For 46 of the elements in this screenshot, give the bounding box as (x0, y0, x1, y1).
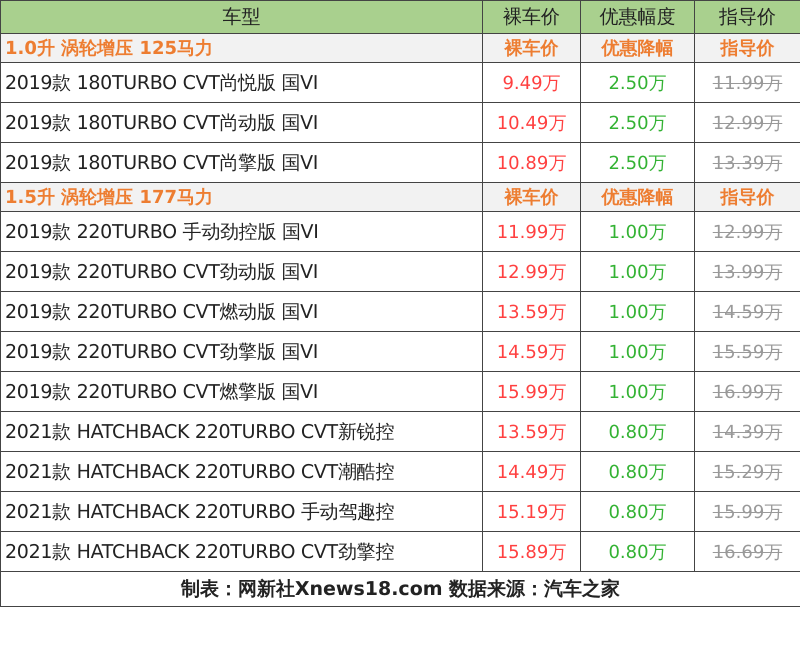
group-column-label: 裸车价 (482, 182, 580, 212)
group-column-label: 优惠降幅 (580, 34, 694, 62)
net-price-cell: 15.99万 (482, 372, 580, 412)
discount-cell: 1.00万 (580, 252, 694, 292)
group-column-label: 优惠降幅 (580, 182, 694, 212)
group-heading: 1.5升 涡轮增压 177马力 (0, 182, 482, 212)
car-model-cell: 2019款 220TURBO CVT燃擎版 国VI (0, 372, 482, 412)
car-model-cell: 2021款 HATCHBACK 220TURBO CVT新锐控 (0, 412, 482, 452)
discount-cell: 1.00万 (580, 212, 694, 252)
discount-cell: 1.00万 (580, 372, 694, 412)
column-header: 车型 (0, 0, 482, 34)
car-model-cell: 2019款 220TURBO CVT劲动版 国VI (0, 252, 482, 292)
column-header: 指导价 (694, 0, 800, 34)
car-model-cell: 2021款 HATCHBACK 220TURBO CVT潮酷控 (0, 452, 482, 492)
net-price-cell: 13.59万 (482, 412, 580, 452)
car-model-cell: 2021款 HATCHBACK 220TURBO 手动驾趣控 (0, 492, 482, 532)
car-model-cell: 2019款 220TURBO CVT劲擎版 国VI (0, 332, 482, 372)
group-heading: 1.0升 涡轮增压 125马力 (0, 34, 482, 62)
car-model-cell: 2019款 180TURBO CVT尚悦版 国VI (0, 62, 482, 102)
discount-cell: 2.50万 (580, 102, 694, 142)
car-model-cell: 2019款 220TURBO CVT燃动版 国VI (0, 292, 482, 332)
car-model-cell: 2019款 180TURBO CVT尚动版 国VI (0, 102, 482, 142)
group-column-label: 裸车价 (482, 34, 580, 62)
net-price-cell: 14.59万 (482, 332, 580, 372)
discount-cell: 0.80万 (580, 492, 694, 532)
net-price-cell: 14.49万 (482, 452, 580, 492)
group-column-label: 指导价 (694, 34, 800, 62)
net-price-cell: 9.49万 (482, 62, 580, 102)
net-price-cell: 10.49万 (482, 102, 580, 142)
group-column-label: 指导价 (694, 182, 800, 212)
car-model-cell: 2019款 220TURBO 手动劲控版 国VI (0, 212, 482, 252)
discount-cell: 0.80万 (580, 532, 694, 572)
car-model-cell: 2021款 HATCHBACK 220TURBO CVT劲擎控 (0, 532, 482, 572)
column-header: 优惠幅度 (580, 0, 694, 34)
discount-cell: 0.80万 (580, 412, 694, 452)
net-price-cell: 15.89万 (482, 532, 580, 572)
discount-cell: 1.00万 (580, 292, 694, 332)
discount-cell: 0.80万 (580, 452, 694, 492)
net-price-cell: 12.99万 (482, 252, 580, 292)
net-price-cell: 11.99万 (482, 212, 580, 252)
net-price-cell: 15.19万 (482, 492, 580, 532)
source-note: 制表：网新社Xnews18.com 数据来源：汽车之家 (0, 572, 800, 606)
discount-cell: 2.50万 (580, 62, 694, 102)
net-price-cell: 13.59万 (482, 292, 580, 332)
column-header: 裸车价 (482, 0, 580, 34)
discount-cell: 1.00万 (580, 332, 694, 372)
